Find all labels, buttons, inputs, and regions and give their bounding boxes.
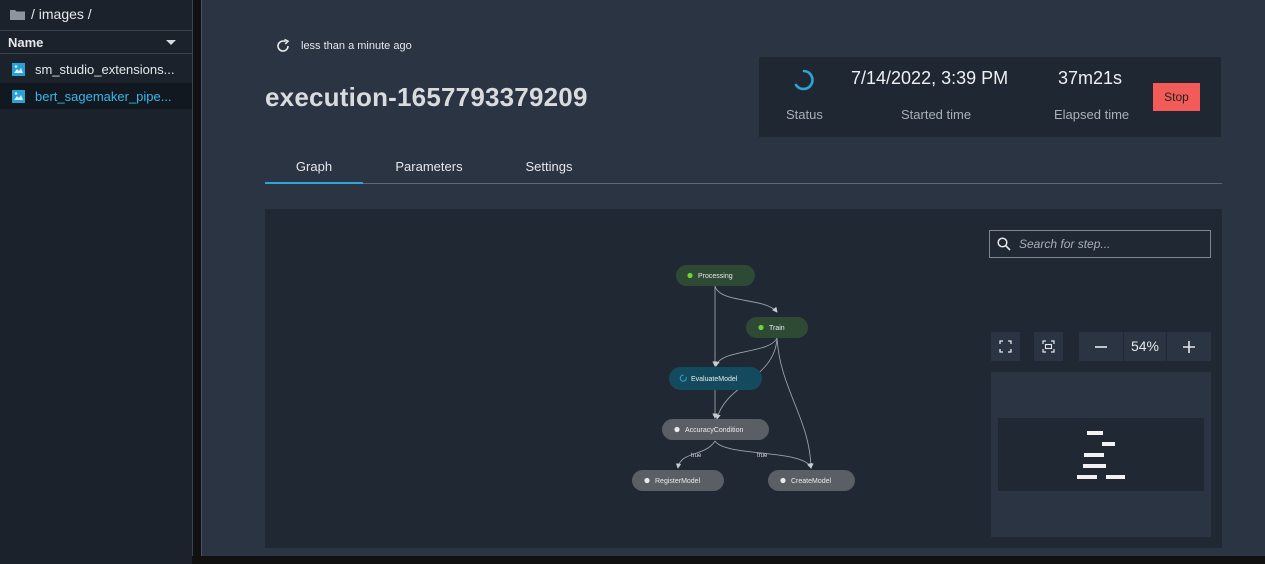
minimap-node [1106, 475, 1125, 479]
search-icon [997, 237, 1011, 251]
tab-settings[interactable]: Settings [513, 152, 585, 182]
tab-graph[interactable]: Graph [265, 152, 363, 184]
edge-train-createmodel [776, 337, 814, 469]
edge-train-evaluate [714, 337, 778, 367]
breadcrumb[interactable]: / images / [10, 4, 92, 24]
node-label: AccuracyCondition [685, 427, 743, 434]
file-name: sm_studio_extensions... [35, 61, 175, 77]
folder-icon [10, 9, 25, 20]
zoom-control: 54% [1079, 332, 1211, 361]
name-column-header[interactable]: Name [0, 30, 192, 54]
success-dot-icon [687, 272, 693, 279]
node-evaluatemodel[interactable]: EvaluateModel [669, 367, 762, 390]
execution-summary-card: Status 7/14/2022, 3:39 PM Started time 3… [759, 57, 1221, 137]
status-label: Status [786, 107, 823, 122]
execution-tabs: Graph Parameters Settings [265, 152, 1222, 184]
expand-icon [999, 340, 1012, 353]
minimap-node [1102, 442, 1115, 446]
plus-icon [1183, 340, 1195, 353]
window-bottom-edge [192, 556, 1265, 564]
execution-title: execution-1657793379209 [265, 82, 588, 112]
file-item-selected[interactable]: bert_sagemaker_pipe... [0, 83, 192, 109]
pending-dot-icon [674, 426, 680, 433]
edge-label-true: true [691, 453, 702, 459]
graph-minimap[interactable] [991, 372, 1211, 537]
file-item[interactable]: sm_studio_extensions... [0, 56, 192, 82]
zoom-in-button[interactable] [1167, 332, 1211, 361]
executing-spinner-icon [794, 69, 814, 91]
node-train[interactable]: Train [746, 317, 808, 338]
node-label: Processing [698, 273, 733, 280]
step-search-input[interactable] [1017, 236, 1201, 252]
started-time-label: Started time [901, 107, 972, 122]
zoom-level: 54% [1123, 332, 1167, 361]
pipeline-execution-panel: less than a minute ago execution-1657793… [201, 0, 1265, 556]
name-column-label: Name [8, 34, 44, 50]
node-label: Train [769, 325, 785, 332]
minimap-node [1083, 464, 1106, 468]
step-search-box[interactable] [989, 230, 1211, 258]
sort-caret-icon [166, 39, 176, 45]
zoom-out-button[interactable] [1079, 332, 1123, 361]
node-label: EvaluateModel [691, 376, 738, 383]
graph-canvas[interactable]: true true Processing Train EvaluateModel [265, 209, 1222, 548]
fullscreen-button[interactable] [991, 332, 1020, 361]
minimap-node [1084, 453, 1104, 457]
minimap-node [1077, 475, 1097, 479]
pending-dot-icon [780, 477, 786, 484]
last-refreshed-text: less than a minute ago [301, 40, 412, 52]
edge-label-true: true [757, 453, 768, 459]
tab-parameters[interactable]: Parameters [385, 152, 473, 182]
file-browser-sidebar: / images / Name sm_studio_extensions... … [0, 0, 193, 564]
fit-view-icon [1042, 340, 1055, 353]
success-dot-icon [758, 324, 764, 331]
fit-to-view-button[interactable] [1034, 332, 1063, 361]
minimap-node [1087, 431, 1103, 435]
minimap-viewport[interactable] [998, 418, 1204, 491]
node-label: RegisterModel [655, 478, 701, 485]
node-accuracycondition[interactable]: AccuracyCondition [662, 419, 769, 440]
started-time-value: 7/14/2022, 3:39 PM [851, 68, 1009, 88]
image-file-icon [12, 62, 25, 76]
elapsed-time-value: 37m21s [1058, 68, 1123, 88]
node-label: CreateModel [791, 478, 832, 485]
node-processing[interactable]: Processing [676, 265, 755, 286]
pending-dot-icon [644, 477, 650, 484]
elapsed-time-label: Elapsed time [1054, 107, 1130, 122]
node-createmodel[interactable]: CreateModel [768, 470, 855, 491]
refresh-control[interactable]: less than a minute ago [275, 38, 412, 54]
edge-processing-train [714, 285, 778, 313]
refresh-icon[interactable] [275, 38, 291, 54]
stop-button[interactable]: Stop [1153, 83, 1200, 111]
minus-icon [1095, 345, 1107, 348]
breadcrumb-path: / images / [31, 6, 92, 22]
file-name: bert_sagemaker_pipe... [35, 88, 172, 104]
node-registermodel[interactable]: RegisterModel [632, 470, 724, 491]
image-file-icon [12, 89, 25, 103]
